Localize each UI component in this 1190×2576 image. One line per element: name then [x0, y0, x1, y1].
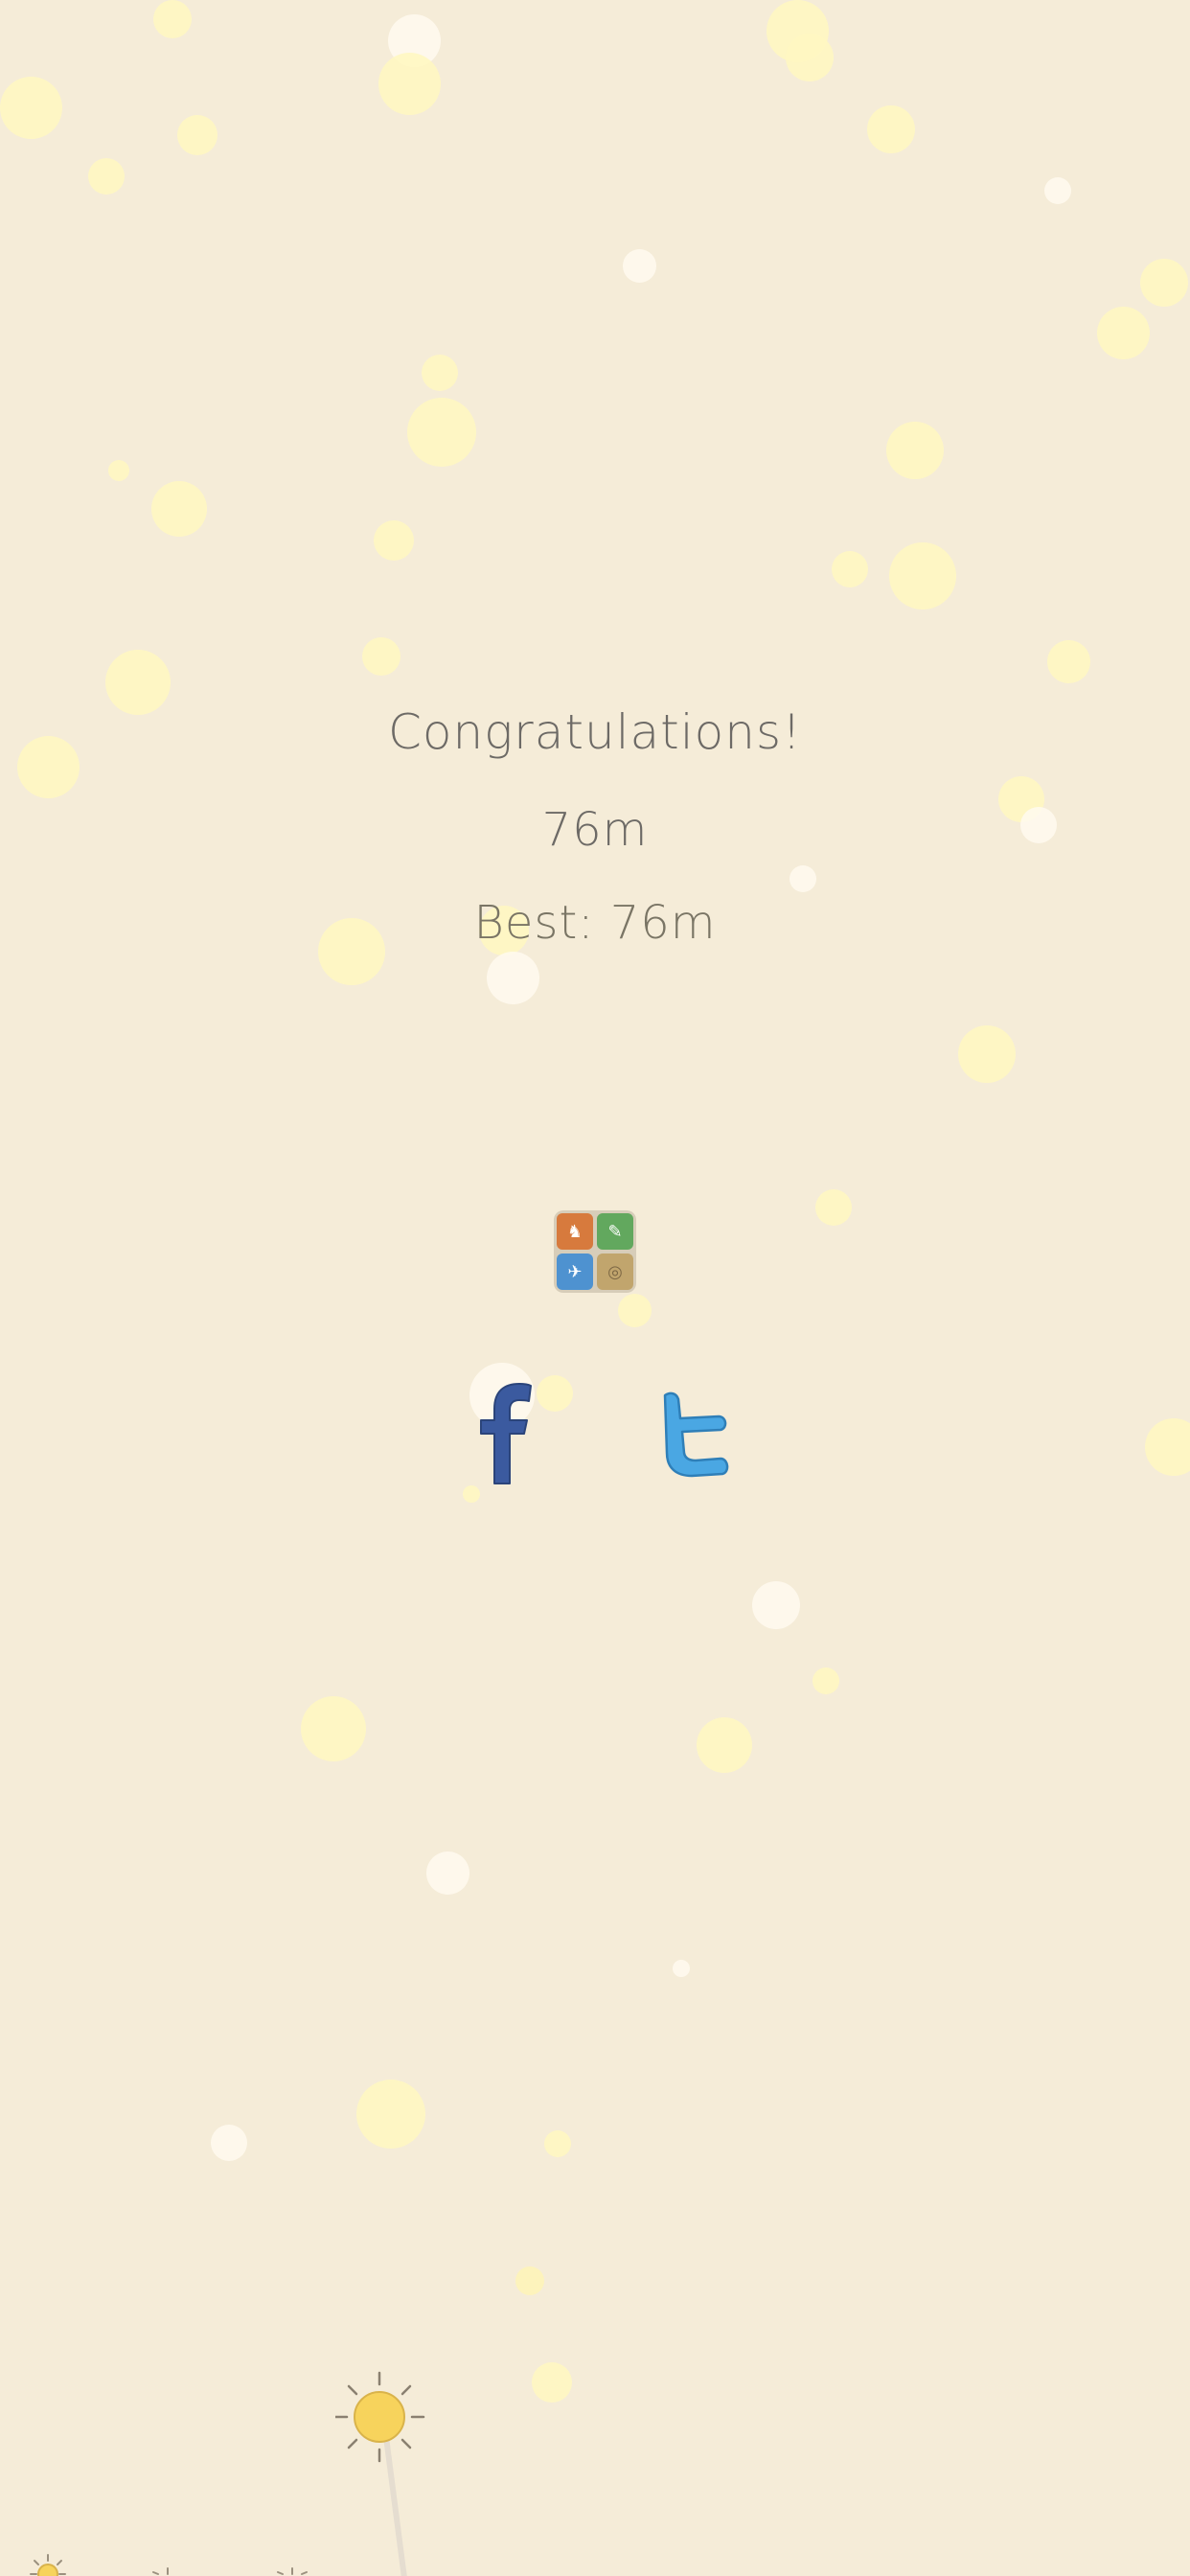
bokeh-bubble: [108, 460, 129, 481]
best-score: Best: 76m: [473, 896, 717, 950]
bokeh-bubble: [463, 1485, 480, 1503]
bokeh-bubble: [867, 105, 915, 153]
bokeh-bubble: [374, 520, 414, 561]
bokeh-bubble: [301, 1696, 366, 1761]
bokeh-bubble: [623, 249, 656, 283]
facebook-share-button[interactable]: [469, 1380, 535, 1485]
bokeh-bubble: [673, 1960, 690, 1977]
bokeh-bubble: [1140, 259, 1188, 307]
small-suns-decoration: [30, 2554, 308, 2576]
bokeh-bubble: [618, 1294, 652, 1327]
facebook-icon: [480, 1383, 532, 1484]
bokeh-bubble: [1145, 1418, 1190, 1476]
game-over-screen: Congratulations! 76m Best: 76m ♞ ✎ ✈ ◎: [0, 0, 1190, 2576]
game-center-icon: ◎: [597, 1254, 633, 1290]
game-center-button[interactable]: ♞ ✎ ✈ ◎: [554, 1210, 636, 1293]
distance-score: 76m: [541, 803, 649, 857]
bokeh-bubble: [407, 398, 476, 467]
bokeh-bubble: [211, 2125, 247, 2161]
bokeh-bubble: [537, 1375, 573, 1412]
bokeh-bubble: [487, 952, 539, 1004]
bokeh-bubble: [886, 422, 944, 479]
bokeh-bubble: [378, 53, 441, 115]
bokeh-bubble: [832, 551, 868, 587]
bokeh-bubble: [362, 637, 400, 676]
bokeh-bubble: [1097, 307, 1150, 359]
bokeh-bubble: [0, 77, 62, 139]
bokeh-bubble: [812, 1668, 839, 1694]
game-center-icon: ✈: [557, 1254, 593, 1290]
bokeh-bubble: [958, 1025, 1016, 1083]
twitter-icon: [663, 1392, 729, 1478]
bokeh-bubble: [422, 355, 458, 391]
bokeh-bubble: [1044, 177, 1071, 204]
bokeh-bubble: [1047, 640, 1090, 683]
game-center-icon: ♞: [557, 1213, 593, 1250]
bokeh-bubble: [815, 1189, 852, 1226]
bokeh-bubble: [153, 0, 192, 38]
congratulations-text: Congratulations!: [387, 704, 803, 760]
bokeh-bubble: [88, 158, 125, 195]
game-center-icon: ✎: [597, 1213, 633, 1250]
bokeh-bubble: [752, 1581, 800, 1629]
twitter-share-button[interactable]: [657, 1390, 732, 1478]
bokeh-bubble: [426, 1852, 469, 1895]
bokeh-bubble: [790, 865, 816, 892]
bokeh-bubble: [356, 2080, 425, 2149]
bokeh-bubble: [532, 2362, 572, 2403]
sun-sprout-icon: [335, 2371, 425, 2576]
bokeh-bubble: [697, 1717, 752, 1773]
bokeh-bubble: [151, 481, 207, 537]
bokeh-bubble: [544, 2130, 571, 2157]
bokeh-bubble: [515, 2266, 544, 2295]
bokeh-bubble: [889, 542, 956, 610]
bokeh-bubble: [786, 34, 834, 81]
bokeh-bubble: [177, 115, 217, 155]
